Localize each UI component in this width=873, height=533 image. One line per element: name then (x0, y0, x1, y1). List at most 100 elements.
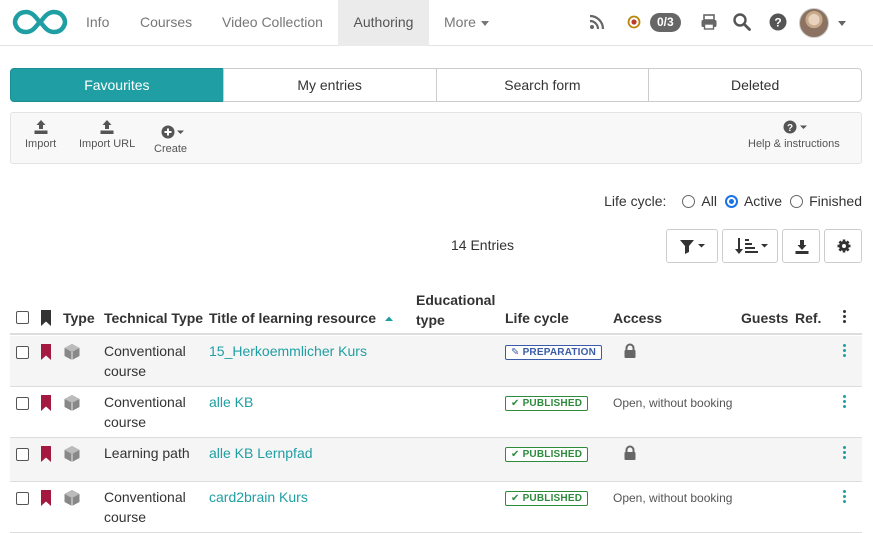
bookmark-icon[interactable] (40, 395, 52, 411)
help-icon[interactable]: ? (768, 12, 788, 32)
technical-type: Learning path (104, 445, 190, 461)
row-checkbox[interactable] (16, 346, 29, 359)
download-icon (795, 240, 809, 254)
table-row: Learning path alle KB Lernpfad ✔ PUBLISH… (10, 438, 862, 482)
tab-search-form[interactable]: Search form (435, 68, 650, 102)
toolbar: Import Import URL Create ? Help & instru… (10, 112, 862, 164)
col-title-label: Title of learning resource (209, 310, 377, 326)
tab-favourites[interactable]: Favourites (10, 68, 224, 102)
access-text: Open, without booking (613, 491, 733, 505)
radio-all[interactable] (682, 194, 696, 208)
chevron-down-icon[interactable] (838, 21, 846, 26)
col-guests[interactable]: Guests (741, 310, 788, 326)
download-button[interactable] (782, 229, 820, 263)
import-url-label: Import URL (79, 138, 136, 150)
row-actions-icon[interactable] (843, 395, 847, 410)
nav-more[interactable]: More (430, 0, 503, 46)
access-text: Open, without booking (613, 396, 733, 410)
status-label: PUBLISHED (522, 449, 583, 460)
top-navigation: Info Courses Video Collection Authoring … (0, 0, 873, 46)
status-badge: ✔ PUBLISHED (505, 447, 589, 462)
recording-icon[interactable] (626, 12, 642, 32)
rss-icon[interactable] (588, 12, 606, 32)
print-icon[interactable] (700, 12, 718, 32)
bookmark-icon[interactable] (40, 344, 52, 360)
table-row: Conventional course 15_Herkoemmlicher Ku… (10, 336, 862, 387)
status-label: PREPARATION (522, 347, 597, 358)
row-checkbox[interactable] (16, 492, 29, 505)
table-row: Conventional course alle KB ✔ PUBLISHED … (10, 387, 862, 438)
resource-title-link[interactable]: 15_Herkoemmlicher Kurs (209, 341, 367, 361)
learning-path-cube-icon (64, 446, 80, 462)
col-technical-type[interactable]: Technical Type (104, 310, 203, 326)
create-button[interactable]: Create (154, 124, 187, 155)
help-instructions-button[interactable]: ? Help & instructions (748, 119, 840, 150)
course-cube-icon (64, 490, 80, 506)
bookmark-icon[interactable] (40, 446, 52, 462)
col-type[interactable]: Type (63, 310, 95, 326)
import-button[interactable]: Import (25, 119, 56, 150)
status-badge: ✔ PUBLISHED (505, 396, 589, 411)
technical-type: Conventional course (104, 394, 186, 430)
search-icon[interactable] (732, 12, 752, 32)
technical-type: Conventional course (104, 489, 186, 525)
row-actions-icon[interactable] (843, 490, 847, 505)
tab-deleted[interactable]: Deleted (648, 68, 862, 102)
help-instructions-label: Help & instructions (748, 138, 840, 150)
row-actions-icon[interactable] (843, 446, 847, 461)
radio-finished-label[interactable]: Finished (809, 193, 862, 209)
help-icon: ? (783, 120, 807, 134)
sort-icon (735, 238, 768, 254)
nav-info[interactable]: Info (72, 0, 123, 46)
column-options-icon[interactable] (843, 310, 847, 325)
radio-all-label[interactable]: All (701, 193, 717, 209)
import-label: Import (25, 138, 57, 150)
row-checkbox[interactable] (16, 397, 29, 410)
entries-count: 14 Entries (451, 237, 515, 253)
status-label: PUBLISHED (522, 493, 583, 504)
tab-my-entries[interactable]: My entries (222, 68, 437, 102)
select-all-checkbox[interactable] (16, 311, 29, 324)
radio-finished[interactable] (790, 194, 804, 208)
svg-text:?: ? (787, 123, 793, 134)
radio-active[interactable] (724, 194, 738, 208)
nav-more-label: More (444, 14, 476, 30)
resource-title-link[interactable]: alle KB (209, 392, 253, 412)
openolat-logo-icon[interactable] (12, 6, 68, 38)
table-row: Conventional course card2brain Kurs ✔ PU… (10, 482, 862, 533)
gear-icon (837, 239, 851, 253)
filter-icon (680, 240, 705, 254)
nav-video-collection[interactable]: Video Collection (208, 0, 337, 46)
nav-courses[interactable]: Courses (126, 0, 206, 46)
technical-type: Conventional course (104, 343, 186, 379)
col-ref[interactable]: Ref. (795, 310, 821, 326)
row-checkbox[interactable] (16, 448, 29, 461)
sort-asc-icon (384, 316, 393, 321)
col-life-cycle[interactable]: Life cycle (505, 310, 569, 326)
table-header: Type Technical Type Title of learning re… (10, 285, 862, 335)
course-cube-icon (64, 344, 80, 360)
table-settings-button[interactable] (824, 229, 862, 263)
plus-circle-icon (161, 125, 184, 139)
nav-authoring[interactable]: Authoring (338, 0, 429, 46)
col-title[interactable]: Title of learning resource (209, 310, 394, 326)
bookmark-icon[interactable] (40, 490, 52, 506)
sort-button[interactable] (722, 229, 778, 263)
import-url-button[interactable]: Import URL (79, 119, 135, 150)
row-actions-icon[interactable] (843, 344, 847, 359)
filter-button[interactable] (666, 229, 718, 263)
tab-bar: Favourites My entries Search form Delete… (10, 68, 862, 102)
svg-text:?: ? (774, 16, 781, 30)
radio-active-label[interactable]: Active (744, 193, 782, 209)
col-access[interactable]: Access (613, 310, 662, 326)
lock-icon (624, 445, 636, 460)
user-avatar[interactable] (799, 8, 829, 38)
counter-badge[interactable]: 0/3 (650, 13, 681, 32)
bookmark-icon[interactable] (40, 310, 52, 326)
status-badge: ✔ PUBLISHED (505, 491, 589, 506)
resource-title-link[interactable]: card2brain Kurs (209, 487, 308, 507)
status-label: PUBLISHED (522, 398, 583, 409)
resource-title-link[interactable]: alle KB Lernpfad (209, 443, 313, 463)
col-educational-type[interactable]: Educational type (416, 290, 501, 330)
lifecycle-filter: Life cycle: All Active Finished (604, 193, 862, 209)
